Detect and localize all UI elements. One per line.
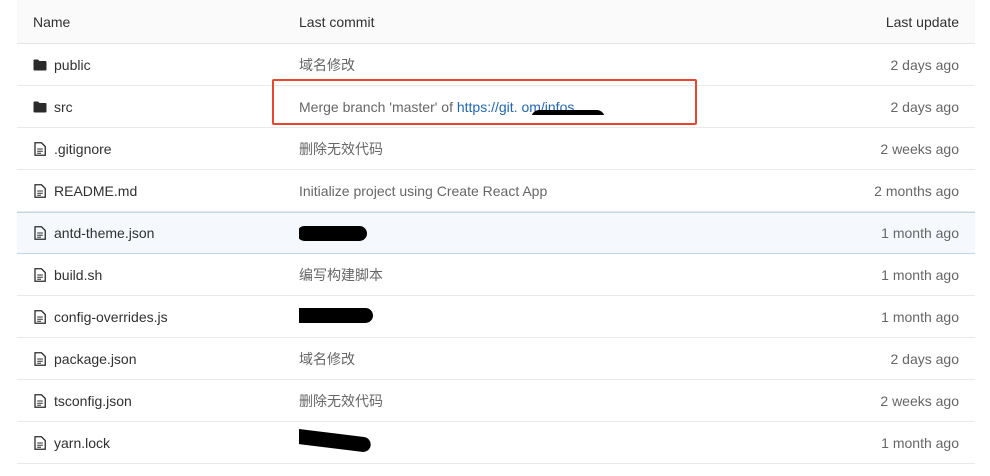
repository-file-table: Name Last commit Last update public 域名修改… — [17, 0, 975, 464]
last-update-time: 1 month ago — [881, 308, 959, 325]
commit-message[interactable] — [299, 296, 775, 337]
file-name-link[interactable]: README.md — [54, 183, 137, 199]
redaction-mark — [299, 226, 367, 241]
file-name-link[interactable]: tsconfig.json — [54, 393, 132, 409]
header-last-commit: Last commit — [299, 13, 375, 30]
last-update-time: 2 months ago — [874, 182, 959, 199]
file-icon — [33, 226, 47, 240]
commit-message[interactable]: Merge branch 'master' of https://git. om… — [299, 99, 775, 115]
last-update-time: 2 days ago — [890, 98, 960, 115]
table-row[interactable]: config-overrides.js 1 month ago — [17, 296, 975, 338]
commit-message[interactable]: 删除无效代码 — [299, 139, 775, 159]
commit-message[interactable]: 域名修改 — [299, 349, 775, 369]
last-update-time: 2 weeks ago — [880, 140, 959, 157]
file-name-link[interactable]: build.sh — [54, 267, 102, 283]
table-row[interactable]: antd-theme.json 1 month ago — [17, 212, 975, 254]
commit-message[interactable]: 删除无效代码 — [299, 391, 775, 411]
file-name-link[interactable]: config-overrides.js — [54, 309, 168, 325]
redaction-mark — [299, 426, 372, 453]
table-row[interactable]: src Merge branch 'master' of https://git… — [17, 86, 975, 128]
file-icon — [33, 351, 47, 366]
file-name-link[interactable]: antd-theme.json — [54, 225, 154, 241]
table-header: Name Last commit Last update — [17, 0, 975, 44]
folder-icon — [33, 58, 47, 72]
last-update-time: 1 month ago — [881, 225, 959, 241]
file-name-link[interactable]: src — [54, 99, 73, 115]
file-icon — [33, 393, 47, 408]
last-update-time: 1 month ago — [881, 434, 959, 451]
commit-message[interactable]: Initialize project using Create React Ap… — [299, 183, 775, 199]
file-icon — [33, 141, 47, 156]
file-name-link[interactable]: public — [54, 57, 91, 73]
file-icon — [33, 183, 47, 198]
table-row[interactable]: package.json 域名修改 2 days ago — [17, 338, 975, 380]
table-row[interactable]: build.sh 编写构建脚本 1 month ago — [17, 254, 975, 296]
last-update-time: 2 days ago — [890, 350, 960, 367]
commit-message[interactable]: 域名修改 — [299, 55, 775, 75]
file-icon — [33, 435, 47, 450]
table-row[interactable]: tsconfig.json 删除无效代码 2 weeks ago — [17, 380, 975, 422]
table-row[interactable]: .gitignore 删除无效代码 2 weeks ago — [17, 128, 975, 170]
file-icon — [33, 267, 47, 282]
header-name[interactable]: Name — [17, 14, 299, 30]
file-name-link[interactable]: package.json — [54, 351, 137, 367]
file-name-link[interactable]: yarn.lock — [54, 435, 110, 451]
file-name-link[interactable]: .gitignore — [54, 141, 112, 157]
commit-message[interactable]: 编写构建脚本 — [299, 265, 775, 285]
folder-icon — [33, 100, 47, 114]
table-row[interactable]: yarn.lock 1 month ago — [17, 422, 975, 464]
header-last-update: Last update — [885, 13, 959, 30]
table-row[interactable]: public 域名修改 2 days ago — [17, 44, 975, 86]
redaction-mark — [531, 109, 605, 115]
last-update-time: 2 days ago — [890, 56, 960, 73]
commit-message[interactable] — [299, 213, 775, 253]
last-update-time: 2 weeks ago — [880, 392, 959, 409]
table-row[interactable]: README.md Initialize project using Creat… — [17, 170, 975, 212]
last-update-time: 1 month ago — [881, 266, 959, 283]
file-icon — [33, 309, 47, 324]
redaction-mark — [299, 308, 373, 323]
commit-message[interactable] — [299, 422, 775, 463]
